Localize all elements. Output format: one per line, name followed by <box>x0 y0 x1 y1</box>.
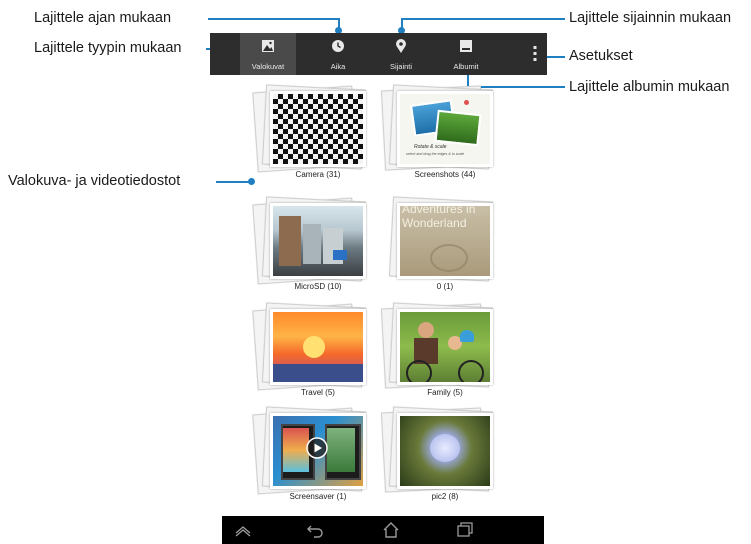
annotation-sort-type: Lajittele tyypin mukaan <box>34 40 182 56</box>
overflow-menu-button[interactable] <box>525 33 545 75</box>
tab-photos[interactable]: Valokuvat <box>240 33 296 75</box>
tab-time-label: Aika <box>330 62 346 71</box>
tab-albums-label: Albumit <box>453 62 479 71</box>
tab-time[interactable]: Aika <box>310 33 366 75</box>
album-0[interactable]: Adventures in Wonderland 0 (1) <box>385 195 505 295</box>
album-thumbnail: Adventures in Wonderland <box>397 203 493 279</box>
annotation-sort-time: Lajittele ajan mukaan <box>34 10 172 26</box>
tab-photos-label: Valokuvat <box>251 62 285 71</box>
album-screenshots[interactable]: Rotate & scale select and drag the edges… <box>380 83 505 183</box>
albums-icon <box>460 40 472 52</box>
album-family[interactable]: Family (5) <box>380 301 505 401</box>
album-caption: Family (5) <box>427 388 463 397</box>
album-thumbnail <box>397 309 493 385</box>
album-thumbnail <box>397 413 493 489</box>
album-thumbnail <box>270 309 366 385</box>
album-microsd[interactable]: MicroSD (10) <box>252 195 378 295</box>
album-screensaver[interactable]: Screensaver (1) <box>252 405 378 505</box>
action-bar: Valokuvat Aika Sijainti Albumit <box>210 33 547 75</box>
tab-location[interactable]: Sijainti <box>373 33 429 75</box>
album-camera[interactable]: Camera (31) <box>252 83 378 183</box>
callout-line-files <box>216 181 250 183</box>
annotation-sort-album: Lajittele albumin mukaan <box>569 79 730 95</box>
thumb-text: select and drag the edges & to scale <box>406 152 465 156</box>
callout-line-time <box>208 18 339 20</box>
thumb-text: Adventures in Wonderland <box>402 203 476 230</box>
overflow-menu-icon <box>533 46 537 61</box>
clock-icon <box>332 40 344 52</box>
annotation-files: Valokuva- ja videotiedostot <box>8 173 181 189</box>
play-icon[interactable] <box>306 437 328 459</box>
album-thumbnail <box>270 203 366 279</box>
album-travel[interactable]: Travel (5) <box>252 301 378 401</box>
up-chevron-icon[interactable] <box>234 522 252 538</box>
back-icon[interactable] <box>306 522 324 538</box>
home-icon[interactable] <box>382 522 400 538</box>
location-pin-icon <box>396 39 406 53</box>
album-caption: Screenshots (44) <box>414 170 476 179</box>
album-caption: Travel (5) <box>301 388 335 397</box>
annotation-settings: Asetukset <box>569 48 633 64</box>
album-caption: pic2 (8) <box>431 492 459 501</box>
album-thumbnail: Rotate & scale select and drag the edges… <box>397 91 493 167</box>
album-pic2[interactable]: pic2 (8) <box>380 405 505 505</box>
album-caption: Camera (31) <box>295 170 341 179</box>
annotation-sort-location: Lajittele sijainnin mukaan <box>569 10 732 26</box>
system-navigation-bar <box>222 516 544 544</box>
album-thumbnail <box>270 91 366 167</box>
thumb-text: Rotate & scale <box>414 144 447 150</box>
album-caption: 0 (1) <box>436 282 454 291</box>
tab-albums[interactable]: Albumit <box>438 33 494 75</box>
callout-line-location <box>402 18 565 20</box>
tab-location-label: Sijainti <box>389 62 413 71</box>
album-caption: MicroSD (10) <box>294 282 342 291</box>
album-caption: Screensaver (1) <box>289 492 347 501</box>
recent-apps-icon[interactable] <box>456 522 474 538</box>
photos-icon <box>262 40 274 52</box>
callout-dot-files <box>248 178 255 185</box>
